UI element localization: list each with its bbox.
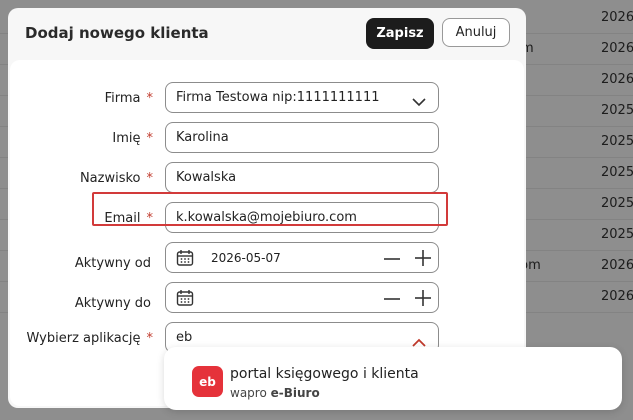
chevron-down-icon bbox=[412, 92, 426, 111]
nazwisko-input[interactable]: Kowalska bbox=[165, 162, 439, 193]
required-mark: * bbox=[146, 171, 154, 186]
calendar-icon[interactable] bbox=[176, 249, 194, 271]
plus-icon[interactable] bbox=[414, 249, 432, 271]
imie-label: Imię * bbox=[112, 131, 154, 146]
required-mark: * bbox=[146, 131, 154, 146]
firma-select[interactable]: Firma Testowa nip:1111111111 bbox=[165, 82, 439, 113]
aplikacja-label: Wybierz aplikację * bbox=[26, 331, 154, 346]
aktywny-od-datepicker[interactable]: 2026-05-07 bbox=[165, 242, 439, 273]
aktywny-od-label: Aktywny od bbox=[74, 256, 151, 271]
imie-input[interactable]: Karolina bbox=[165, 122, 439, 153]
required-mark: * bbox=[146, 91, 154, 106]
minus-icon[interactable] bbox=[383, 290, 401, 312]
aktywny-do-datepicker[interactable] bbox=[165, 282, 439, 313]
aktywny-do-label: Aktywny do bbox=[74, 296, 151, 311]
nazwisko-label: Nazwisko * bbox=[79, 171, 154, 186]
save-button[interactable]: Zapisz bbox=[366, 18, 434, 49]
modal-title: Dodaj nowego klienta bbox=[25, 24, 209, 42]
cancel-button[interactable]: Anuluj bbox=[442, 18, 510, 47]
email-highlight-box bbox=[92, 192, 448, 226]
minus-icon[interactable] bbox=[383, 250, 401, 272]
eb-logo-icon: eb bbox=[192, 366, 223, 397]
option-name: portal księgowego i klienta bbox=[230, 366, 419, 382]
firma-label: Firma * bbox=[104, 91, 154, 106]
plus-icon[interactable] bbox=[414, 289, 432, 311]
option-brand: wapro e-Biuro bbox=[230, 386, 320, 400]
required-mark: * bbox=[146, 331, 154, 346]
dropdown-option[interactable]: eb portal księgowego i klienta wapro e-B… bbox=[164, 347, 622, 410]
aplikacja-dropdown: eb portal księgowego i klienta wapro e-B… bbox=[164, 347, 622, 410]
calendar-icon[interactable] bbox=[176, 289, 194, 311]
